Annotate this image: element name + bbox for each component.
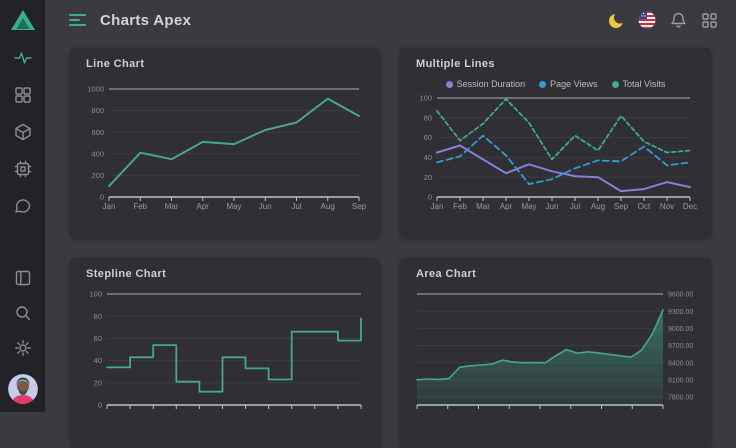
- svg-text:Mar: Mar: [165, 202, 179, 211]
- svg-text:40: 40: [424, 153, 432, 162]
- line-chart-card: Line Chart 10008006004002000JanFebMarApr…: [70, 48, 380, 238]
- chat-icon[interactable]: [14, 197, 32, 215]
- multiple-lines-card: Multiple Lines Session Duration Page Vie…: [400, 48, 711, 238]
- user-avatar[interactable]: [8, 374, 38, 404]
- svg-text:600: 600: [91, 128, 104, 137]
- svg-text:Feb: Feb: [453, 202, 467, 211]
- svg-text:20: 20: [424, 173, 432, 182]
- settings-gear-icon[interactable]: [14, 339, 32, 357]
- svg-text:Mar: Mar: [476, 202, 490, 211]
- svg-text:0: 0: [98, 401, 102, 410]
- apps-grid-icon[interactable]: [700, 11, 718, 29]
- svg-text:20: 20: [94, 378, 102, 387]
- svg-text:Jul: Jul: [291, 202, 301, 211]
- svg-text:8400.00: 8400.00: [668, 360, 693, 367]
- svg-text:60: 60: [424, 133, 432, 142]
- cube-icon[interactable]: [14, 123, 32, 141]
- svg-text:400: 400: [91, 149, 104, 158]
- activity-icon[interactable]: [14, 49, 32, 67]
- area-chart-canvas: 9600.00 9300.00 9000.00 8700.00 8400.00 8100.…: [400, 258, 711, 448]
- svg-text:80: 80: [94, 312, 102, 321]
- top-header: Charts Apex: [45, 0, 736, 40]
- svg-text:May: May: [226, 202, 241, 211]
- svg-text:Feb: Feb: [133, 202, 147, 211]
- area-chart-card: Area Chart 9600.009300.009000.008700.008…: [400, 258, 711, 448]
- svg-text:Jan: Jan: [431, 202, 444, 211]
- svg-text:Nov: Nov: [660, 202, 674, 211]
- cpu-icon[interactable]: [14, 160, 32, 178]
- svg-text:Sep: Sep: [352, 202, 367, 211]
- svg-text:8100.00: 8100.00: [668, 377, 693, 384]
- svg-text:Aug: Aug: [591, 202, 605, 211]
- book-icon[interactable]: [14, 269, 32, 287]
- svg-text:0: 0: [428, 193, 432, 202]
- svg-text:Apr: Apr: [500, 202, 513, 211]
- dark-mode-moon-icon[interactable]: [607, 11, 625, 29]
- sidebar-nav: [14, 49, 32, 215]
- us-flag-icon[interactable]: [638, 11, 656, 29]
- svg-text:9000.00: 9000.00: [668, 326, 693, 333]
- svg-text:100: 100: [89, 290, 102, 299]
- svg-text:200: 200: [91, 171, 104, 180]
- svg-text:7800.00: 7800.00: [668, 395, 693, 402]
- svg-text:80: 80: [424, 113, 432, 122]
- svg-text:Jun: Jun: [259, 202, 272, 211]
- svg-text:1000: 1000: [87, 85, 104, 94]
- svg-text:8700.00: 8700.00: [668, 343, 693, 350]
- svg-text:Oct: Oct: [638, 202, 651, 211]
- svg-text:800: 800: [91, 106, 104, 115]
- notifications-bell-icon[interactable]: [669, 11, 687, 29]
- search-icon[interactable]: [14, 304, 32, 322]
- svg-text:0: 0: [100, 193, 104, 202]
- svg-text:May: May: [521, 202, 536, 211]
- svg-text:9300.00: 9300.00: [668, 309, 693, 316]
- svg-text:Jul: Jul: [570, 202, 580, 211]
- svg-text:Apr: Apr: [197, 202, 210, 211]
- svg-text:Dec: Dec: [683, 202, 697, 211]
- svg-text:9600.00: 9600.00: [668, 292, 693, 299]
- svg-text:60: 60: [94, 334, 102, 343]
- header-actions: [607, 11, 718, 29]
- stepline-chart-canvas: 100 80 60 40 20 0: [70, 258, 380, 448]
- sidebar: [0, 0, 45, 412]
- multiple-lines-chart-canvas: 100 80 60 40 20 0Jan Feb Mar Apr May Jun Jul Aug Sep O…: [400, 48, 711, 238]
- line-chart-canvas: 1000 800 600 400 200 0Jan Feb Mar Apr May Jun Jul Au…: [70, 48, 380, 238]
- svg-text:Jun: Jun: [546, 202, 559, 211]
- app-logo[interactable]: [10, 9, 36, 31]
- svg-text:100: 100: [419, 94, 432, 103]
- svg-text:Sep: Sep: [614, 202, 629, 211]
- svg-text:Jan: Jan: [103, 202, 116, 211]
- page-title: Charts Apex: [100, 12, 191, 29]
- apps-icon[interactable]: [14, 86, 32, 104]
- hamburger-menu-icon[interactable]: [69, 13, 87, 27]
- svg-text:Aug: Aug: [321, 202, 335, 211]
- stepline-chart-card: Stepline Chart 100806040200: [70, 258, 380, 448]
- svg-text:40: 40: [94, 356, 102, 365]
- sidebar-bottom-nav: [8, 269, 38, 404]
